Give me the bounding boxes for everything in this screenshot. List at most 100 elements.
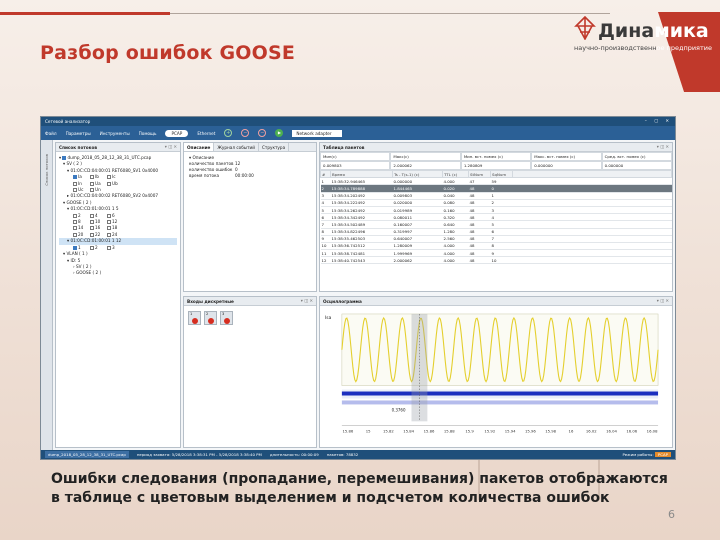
window-controls[interactable]: – ▢ ✕ [645, 118, 672, 123]
tab-description[interactable]: Описание [184, 143, 215, 151]
table-cell: 0.000000 [392, 177, 443, 186]
table-row[interactable]: 5 15:38:34.262492 0.019989 0.160 48 3 [320, 206, 672, 215]
add-icon[interactable]: + [224, 129, 233, 137]
status-bar: dump_2018_05_28_12_38_31_UTC.pcap период… [41, 450, 675, 459]
time-tick-label: 15.98 [545, 429, 556, 433]
table-cell: 6 [320, 213, 331, 222]
table-cell: 15:38:34.202492 [330, 192, 393, 200]
table-cell: 48 [468, 235, 491, 243]
slide-title: Разбор ошибок GOOSE [40, 42, 296, 64]
table-row[interactable]: 7 15:38:34.502489 0.160007 0.640 48 5 [320, 220, 672, 229]
table-cell-spacer [512, 256, 672, 265]
table-cell: 0.320 [442, 213, 469, 222]
table-cell: 1 [490, 192, 513, 200]
table-cell-spacer [512, 249, 672, 258]
stat-value: 2.000062 [390, 161, 461, 170]
table-cell: 1.280009 [392, 242, 443, 251]
menu-parameters[interactable]: Параметры [66, 131, 91, 136]
column-header[interactable]: Время [330, 169, 393, 179]
menu-file[interactable]: Файл [45, 131, 57, 136]
time-tick-label: 16.04 [606, 429, 617, 433]
description-panel: Описание Журнал событий Структура ▾ Опис… [183, 142, 317, 292]
table-row[interactable]: 9 15:38:35.462503 0.640007 2.560 48 7 [320, 235, 672, 243]
table-cell: 11 [320, 249, 331, 258]
play-icon[interactable]: ▶ [275, 129, 284, 137]
table-cell: 2 [320, 184, 331, 193]
time-tick-label: 16.08 [647, 429, 658, 433]
table-row[interactable]: 3 15:38:34.202492 0.009803 0.040 48 1 [320, 192, 672, 200]
table-cell: 47 [468, 177, 491, 186]
side-collapsed-tab[interactable]: Список потоков [41, 140, 53, 452]
pin-icon[interactable]: ▾ ◫ ✕ [301, 298, 313, 303]
column-header[interactable]: SqNum [490, 169, 513, 179]
table-cell: 59 [490, 177, 513, 186]
table-cell: 9 [320, 235, 331, 243]
company-logo: Динамика научно-производственное предпри… [574, 12, 720, 92]
table-cell: 15:38:34.789888 [330, 184, 393, 193]
table-cell: 4.000 [442, 177, 469, 186]
pin-icon[interactable]: ▾ ◫ ✕ [657, 144, 669, 149]
table-cell: 1 [320, 177, 331, 186]
time-axis-ticks: 15.86 15 15.82 15.84 15.86 15.88 15.9 15.92 15.9… [342, 429, 658, 433]
table-cell: 10 [490, 256, 513, 265]
pylon-logo-icon [574, 16, 596, 40]
column-header[interactable]: TTL (c) [442, 169, 469, 179]
table-cell: 9 [490, 249, 513, 258]
table-cell: 4.000 [442, 242, 469, 251]
pin-icon[interactable]: ▾ ◫ ✕ [165, 144, 177, 149]
table-row-error[interactable]: 2 15:38:34.789888 1.844465 0.020 48 0 [320, 184, 672, 193]
table-row[interactable]: 8 15:38:34.822496 0.319997 1.280 48 6 [320, 228, 672, 236]
discrete-input: 2 [204, 311, 217, 325]
table-cell: 5 [490, 220, 513, 229]
column-header[interactable]: Ts - T(s-1) (c) [392, 169, 443, 179]
sv-channel-checkbox[interactable]: Ub [107, 181, 124, 187]
table-cell: 2.560 [442, 235, 469, 243]
table-cell: 1.844465 [392, 184, 443, 193]
streams-tree: ▾ dump_2018_05_28_12_38_31_UTC.pcap ▾ SV… [56, 152, 180, 280]
table-cell: 2 [490, 199, 513, 207]
time-tick-label: 15.84 [403, 429, 414, 433]
logo-wordmark: Динамика [598, 20, 709, 42]
time-tick-label: 16.06 [626, 429, 637, 433]
oscillogram-plot[interactable]: Isa 0.3760 15.86 15 15.82 15.84 15.86 15.88 15… [322, 308, 670, 447]
table-row[interactable]: 11 15:38:38.742481 1.999969 4.000 48 9 [320, 249, 672, 258]
table-row[interactable]: 10 15:38:36.742512 1.280009 4.000 48 8 [320, 242, 672, 251]
menu-help[interactable]: Помощь [139, 131, 157, 136]
tab-structure[interactable]: Структура [259, 143, 290, 151]
table-cell-spacer [512, 184, 672, 193]
table-cell-spacer [512, 235, 672, 243]
mode-ethernet-toggle[interactable]: Ethernet [197, 131, 215, 136]
pin-icon[interactable]: ▾ ◫ ✕ [657, 298, 669, 303]
status-led-icon [208, 318, 214, 324]
table-cell: 1.999969 [392, 249, 443, 258]
mode-pcap-toggle[interactable]: PCAP [165, 129, 189, 137]
column-header[interactable]: StNum [468, 169, 491, 179]
table-cell: 48 [468, 242, 491, 251]
adapter-select[interactable]: Network adapter [292, 129, 343, 137]
table-row[interactable]: 12 15:38:40.742543 2.000062 4.000 48 10 [320, 256, 672, 265]
streams-panel-title: Список потоков [59, 145, 98, 150]
table-row[interactable]: 4 15:38:34.222492 0.020000 0.080 48 2 [320, 199, 672, 207]
table-row[interactable]: 6 15:38:34.342492 0.080011 0.320 48 4 [320, 213, 672, 222]
discrete-inputs-grid: 1 2 3 [184, 306, 316, 330]
table-cell: 15:38:35.462503 [330, 235, 393, 243]
status-file: dump_2018_05_28_12_38_31_UTC.pcap [45, 451, 129, 458]
sv-channel-grid: Ia Ib Ic In Ua Ub Uc Un [59, 174, 177, 193]
tree-vlan-goose[interactable]: › GOOSE ( 2 ) [59, 270, 177, 276]
remove-all-icon[interactable]: − [258, 129, 267, 137]
packet-table-title: Таблица пакетов [323, 145, 365, 150]
goose-item-checkbox[interactable]: 2 [90, 245, 107, 251]
table-cell: 0.020 [442, 184, 469, 193]
table-cell: 48 [468, 192, 491, 200]
menu-tools[interactable]: Инструменты [100, 131, 130, 136]
tab-event-log[interactable]: Журнал событий [214, 143, 259, 151]
remove-icon[interactable]: − [241, 129, 250, 137]
window-title: Сетевой анализатор [45, 119, 91, 124]
table-cell: 7 [490, 235, 513, 243]
goose-item-grid: 2 4 6 8 10 12 14 16 18 20 22 24 [59, 213, 177, 239]
column-header[interactable]: # [320, 169, 331, 179]
goose-item-checkbox[interactable]: 3 [107, 245, 124, 251]
table-row[interactable]: 1 15:38:32.946465 0.000000 4.000 47 59 [320, 177, 672, 186]
title-accent-line [0, 12, 170, 15]
stat-label: Мин. вст. помех (с) [460, 152, 532, 161]
